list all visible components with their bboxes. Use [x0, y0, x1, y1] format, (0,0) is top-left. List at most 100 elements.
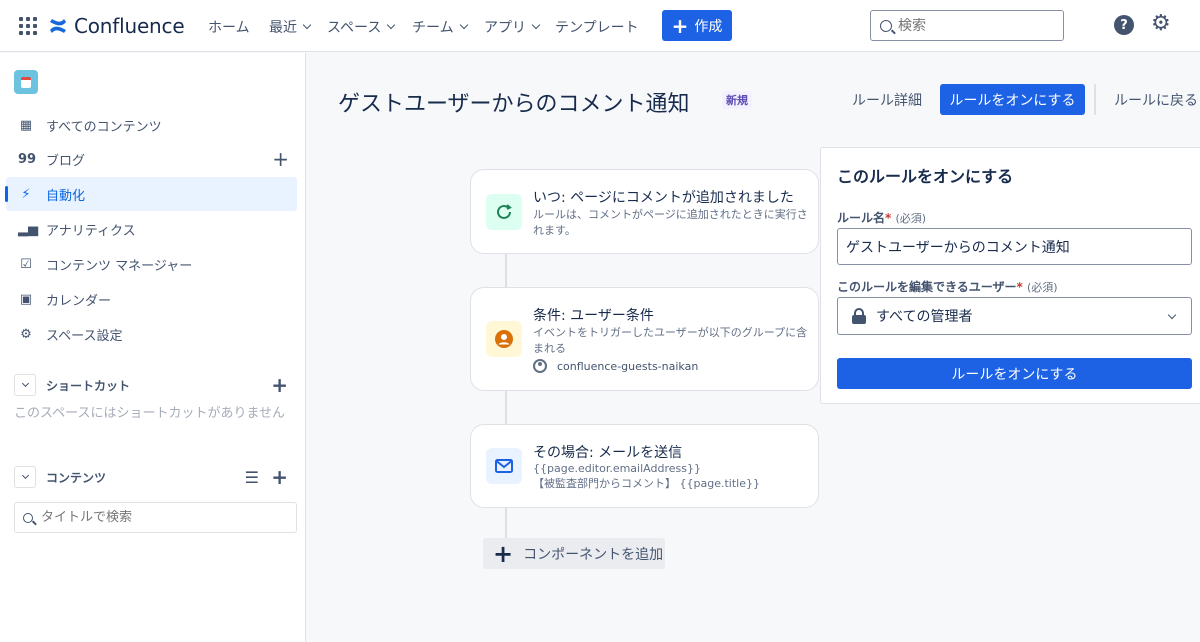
- sidebar-item-blog[interactable]: 99 ブログ +: [6, 142, 297, 176]
- rule-details-button[interactable]: ルール詳細: [852, 84, 922, 115]
- nav-recent[interactable]: 最近: [269, 17, 312, 37]
- add-shortcut-plus-icon[interactable]: +: [271, 373, 288, 397]
- nav-home[interactable]: ホーム: [208, 17, 250, 37]
- rule-name-label: ルール名* (必須): [837, 209, 926, 226]
- nav-home-label: ホーム: [208, 20, 250, 36]
- editors-label-text: このルールを編集できるユーザー: [837, 280, 1017, 294]
- action-card[interactable]: その場合: メールを送信 {{page.editor.emailAddress}…: [470, 424, 819, 508]
- space-avatar[interactable]: [14, 70, 38, 94]
- flow-connector: [505, 253, 507, 288]
- add-component-button[interactable]: + コンポーネントを追加: [483, 538, 665, 569]
- create-button-label: 作成: [694, 18, 723, 35]
- chevron-down-icon: [459, 20, 468, 30]
- nav-teams-label: チーム: [412, 20, 454, 36]
- plus-icon: +: [493, 539, 514, 568]
- required-mark: *: [885, 211, 892, 225]
- grid-icon: ▦: [19, 117, 33, 133]
- app-name: Confluence: [74, 14, 185, 38]
- nav-templates[interactable]: テンプレート: [555, 17, 639, 37]
- condition-description: イベントをトリガーしたユーザーが以下のグループに含まれる: [533, 326, 808, 355]
- header-divider: [1094, 84, 1096, 115]
- sidebar-item-content-manager[interactable]: ☑ コンテンツ マネージャー: [6, 247, 297, 281]
- add-component-label: コンポーネントを追加: [523, 546, 664, 563]
- chevron-down-icon: [302, 20, 312, 30]
- nav-spaces[interactable]: スペース: [327, 17, 396, 37]
- sidebar-item-automation[interactable]: ⚡ 自動化: [5, 177, 297, 211]
- required-text: (必須): [895, 212, 927, 225]
- sidebar-item-label: コンテンツ マネージャー: [46, 258, 193, 274]
- sidebar-item-analytics[interactable]: ▂▅ アナリティクス: [6, 212, 297, 246]
- condition-group: confluence-guests-naikan: [533, 359, 698, 373]
- gear-icon: ⚙: [20, 326, 32, 342]
- contents-section-header: コンテンツ ☰ +: [14, 465, 297, 489]
- top-navigation: Confluence ホーム 最近 スペース チーム アプリ テンプレート + …: [0, 0, 1200, 52]
- chevron-down-icon: [1167, 310, 1177, 320]
- lightning-icon: ⚡: [21, 186, 31, 202]
- sidebar-item-label: 自動化: [46, 188, 86, 204]
- trigger-title: いつ: ページにコメントが追加されました: [533, 190, 794, 206]
- chevron-down-icon: [21, 379, 29, 388]
- plus-icon: +: [671, 13, 689, 38]
- action-title: その場合: メールを送信: [533, 445, 683, 461]
- panel-enable-rule-button[interactable]: ルールをオンにする: [837, 358, 1192, 389]
- filter-icon[interactable]: ☰: [245, 468, 259, 487]
- search-icon: [880, 19, 892, 32]
- sidebar-item-calendar[interactable]: ▣ カレンダー: [6, 282, 297, 316]
- help-icon[interactable]: ?: [1114, 15, 1134, 35]
- add-content-plus-icon[interactable]: +: [271, 465, 288, 489]
- calendar-icon: ▣: [19, 291, 33, 307]
- required-mark: *: [1016, 280, 1023, 294]
- sidebar-item-label: スペース設定: [46, 328, 123, 344]
- search-icon: [23, 512, 33, 523]
- chevron-down-icon: [21, 471, 29, 480]
- flow-connector: [505, 390, 507, 425]
- content-search-input[interactable]: [41, 510, 271, 525]
- sidebar-item-space-settings[interactable]: ⚙ スペース設定: [6, 317, 297, 351]
- confluence-logo[interactable]: Confluence: [48, 13, 185, 39]
- shortcuts-section-header: ショートカット +: [14, 373, 297, 397]
- sidebar-item-label: すべてのコンテンツ: [46, 119, 162, 135]
- chevron-down-icon: [531, 20, 541, 30]
- trigger-description: ルールは、コメントがページに追加されたときに実行されます。: [533, 208, 808, 237]
- mail-icon: [486, 448, 522, 484]
- search-input[interactable]: [898, 17, 1048, 34]
- condition-title: 条件: ユーザー条件: [533, 308, 654, 324]
- required-text: (必須): [1027, 281, 1058, 294]
- nav-apps[interactable]: アプリ: [484, 17, 541, 37]
- nav-teams[interactable]: チーム: [412, 17, 468, 37]
- add-blog-plus-icon[interactable]: +: [272, 147, 289, 171]
- sidebar-item-label: カレンダー: [46, 293, 112, 309]
- enable-rule-button[interactable]: ルールをオンにする: [940, 84, 1085, 115]
- flow-connector: [505, 507, 507, 540]
- trigger-card[interactable]: いつ: ページにコメントが追加されました ルールは、コメントがページに追加された…: [470, 169, 819, 254]
- rule-name-label-text: ルール名: [837, 211, 886, 225]
- rule-name-field[interactable]: ゲストユーザーからのコメント通知: [837, 228, 1192, 265]
- editors-select-value: すべての管理者: [876, 309, 973, 325]
- new-badge: 新規: [722, 91, 752, 109]
- sidebar-item-label: ブログ: [46, 153, 86, 169]
- sidebar: ▦ すべてのコンテンツ 99 ブログ + ⚡ 自動化 ▂▅ アナリティクス ☑ …: [0, 53, 306, 642]
- confluence-mark-icon: [50, 19, 66, 33]
- condition-card[interactable]: 条件: ユーザー条件 イベントをトリガーしたユーザーが以下のグループに含まれる …: [470, 287, 819, 391]
- back-to-rules-button[interactable]: ルールに戻る: [1114, 84, 1198, 115]
- checklist-icon: ☑: [20, 256, 32, 272]
- settings-gear-icon[interactable]: ⚙: [1151, 13, 1171, 35]
- bar-chart-icon: ▂▅: [18, 221, 38, 237]
- collapse-shortcuts-button[interactable]: [14, 374, 36, 396]
- enable-rule-panel: このルールをオンにする ルール名* (必須) ゲストユーザーからのコメント通知 …: [820, 147, 1200, 404]
- contents-heading: コンテンツ: [46, 470, 107, 485]
- nav-recent-label: 最近: [269, 20, 297, 36]
- global-search[interactable]: [870, 10, 1064, 41]
- collapse-contents-button[interactable]: [14, 466, 36, 488]
- nav-spaces-label: スペース: [327, 20, 382, 36]
- editors-select[interactable]: すべての管理者: [837, 297, 1192, 335]
- group-person-icon: [533, 359, 547, 373]
- create-button[interactable]: + 作成: [662, 10, 732, 41]
- lock-icon: [852, 308, 866, 324]
- nav-templates-label: テンプレート: [555, 20, 639, 36]
- sidebar-item-all-content[interactable]: ▦ すべてのコンテンツ: [6, 108, 297, 142]
- panel-title: このルールをオンにする: [837, 167, 1014, 186]
- content-search[interactable]: [14, 502, 297, 533]
- app-switcher-icon[interactable]: [19, 17, 37, 35]
- group-name: confluence-guests-naikan: [557, 359, 699, 373]
